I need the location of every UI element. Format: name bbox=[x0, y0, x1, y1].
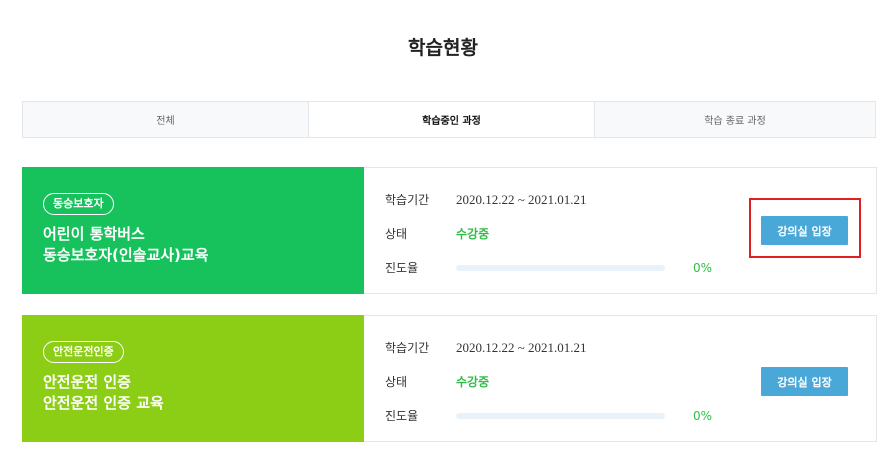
course-category-badge: 안전운전인증 bbox=[43, 341, 124, 363]
highlight-box bbox=[749, 198, 861, 258]
period-value: 2020.12.22 ~ 2021.01.21 bbox=[456, 191, 587, 207]
course-title-line1: 어린이 통학버스 bbox=[43, 225, 145, 243]
enter-classroom-button[interactable]: 강의실 입장 bbox=[761, 367, 848, 396]
course-card: 안전운전인증 안전운전 인증 안전운전 인증 교육 학습기간 2020.12.2… bbox=[22, 315, 877, 442]
page-title: 학습현황 bbox=[408, 37, 478, 59]
status-label: 상태 bbox=[385, 227, 408, 241]
tab-all[interactable]: 전체 bbox=[23, 102, 309, 137]
progress-label: 진도율 bbox=[385, 409, 419, 423]
course-title-line2: 동승보호자(인솔교사)교육 bbox=[43, 246, 209, 264]
progress-label: 진도율 bbox=[385, 261, 419, 275]
course-title-line1: 안전운전 인증 bbox=[43, 373, 132, 391]
course-info: 학습기간 2020.12.22 ~ 2021.01.21 상태 수강중 진도율 … bbox=[364, 316, 876, 441]
period-label: 학습기간 bbox=[385, 341, 430, 355]
course-panel: 안전운전인증 안전운전 인증 안전운전 인증 교육 bbox=[22, 315, 364, 442]
course-panel: 동승보호자 어린이 통학버스 동승보호자(인솔교사)교육 bbox=[22, 167, 364, 294]
status-value: 수강중 bbox=[456, 227, 490, 241]
status-value: 수강중 bbox=[456, 375, 490, 389]
period-label: 학습기간 bbox=[385, 193, 430, 207]
tab-bar: 전체 학습중인 과정 학습 종료 과정 bbox=[22, 101, 876, 138]
course-title-line2: 안전운전 인증 교육 bbox=[43, 394, 164, 412]
progress-percent: 0% bbox=[693, 260, 713, 275]
progress-bar bbox=[456, 264, 665, 271]
progress-bar bbox=[456, 412, 665, 419]
tab-completed[interactable]: 학습 종료 과정 bbox=[595, 102, 875, 137]
status-label: 상태 bbox=[385, 375, 408, 389]
period-value: 2020.12.22 ~ 2021.01.21 bbox=[456, 339, 587, 355]
course-category-badge: 동승보호자 bbox=[43, 193, 114, 215]
tab-in-progress[interactable]: 학습중인 과정 bbox=[309, 102, 595, 137]
progress-percent: 0% bbox=[693, 408, 713, 423]
